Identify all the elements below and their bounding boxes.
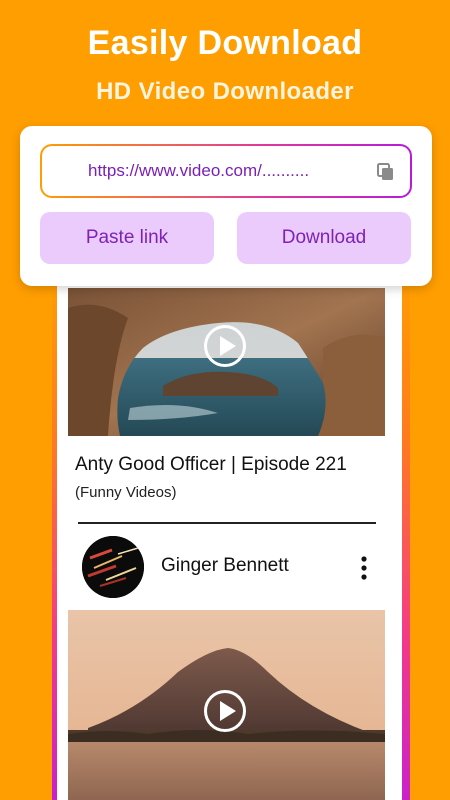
more-vertical-icon[interactable] — [356, 554, 372, 582]
copy-icon[interactable] — [376, 162, 396, 182]
author-name: Ginger Bennett — [161, 555, 289, 576]
url-input-value: https://www.video.com/.......... — [88, 161, 310, 180]
play-icon[interactable] — [204, 690, 246, 732]
url-input-card: https://www.video.com/.......... Paste l… — [20, 126, 432, 286]
headline-title: Easily Download — [87, 24, 363, 62]
divider — [78, 522, 376, 524]
video-title: Anty Good Officer | Episode 221 — [75, 454, 347, 475]
paste-link-button[interactable]: Paste link — [40, 212, 214, 264]
url-input[interactable]: https://www.video.com/.......... — [42, 146, 410, 196]
url-field-border: https://www.video.com/.......... — [40, 144, 412, 198]
play-icon[interactable] — [204, 325, 246, 367]
video-thumbnail-mountain[interactable] — [68, 610, 385, 800]
video-thumbnail-sea-arch[interactable] — [68, 288, 385, 436]
video-category: (Funny Videos) — [75, 484, 177, 501]
headline-subtitle: HD Video Downloader — [96, 78, 354, 105]
avatar-image — [82, 536, 144, 598]
author-avatar[interactable] — [82, 536, 144, 598]
download-button[interactable]: Download — [237, 212, 411, 264]
